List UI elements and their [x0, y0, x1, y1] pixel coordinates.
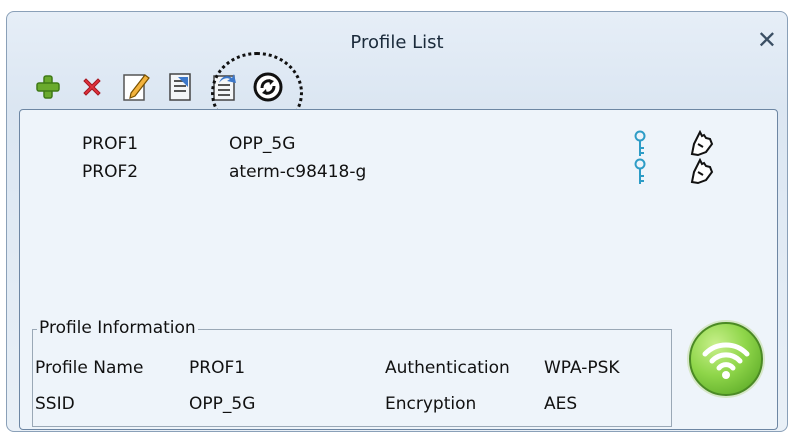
- encryption-label: Encryption: [385, 394, 477, 414]
- authentication-value: WPA-PSK: [544, 358, 620, 378]
- document-import-icon: [169, 73, 191, 101]
- key-icon: [632, 158, 648, 191]
- import-profile-button[interactable]: [163, 70, 197, 104]
- profile-name-label: Profile Name: [35, 358, 144, 378]
- plus-icon: [36, 75, 60, 99]
- profile-name-value: PROF1: [189, 358, 246, 378]
- authentication-label: Authentication: [385, 358, 510, 378]
- delete-profile-button[interactable]: [75, 70, 109, 104]
- ssid-value: OPP_5G: [189, 394, 256, 414]
- profile-ssid: OPP_5G: [229, 134, 296, 154]
- x-delete-icon: [83, 78, 101, 96]
- encryption-value: AES: [544, 394, 578, 414]
- document-export-icon: [213, 74, 236, 101]
- edit-profile-button[interactable]: [119, 70, 153, 104]
- profile-row[interactable]: PROF1 OPP_5G: [20, 129, 777, 157]
- profile-row[interactable]: PROF2 aterm-c98418-g: [20, 157, 777, 185]
- ssid-label: SSID: [35, 394, 75, 414]
- window-title: Profile List: [350, 32, 444, 53]
- profile-information-group: Profile Information Profile Name PROF1 A…: [32, 318, 672, 427]
- add-profile-button[interactable]: [31, 70, 65, 104]
- profile-name: PROF1: [82, 134, 139, 154]
- pencil-edit-icon: [123, 74, 150, 101]
- pointer-hand-icon: [688, 157, 716, 191]
- close-button[interactable]: ✕: [757, 28, 777, 52]
- profile-ssid: aterm-c98418-g: [229, 162, 367, 182]
- export-profile-button[interactable]: [207, 70, 241, 104]
- wifi-icon: [702, 342, 750, 379]
- profile-list-panel: PROF1 OPP_5G PROF2 aterm-c98418-g Profil…: [19, 109, 778, 430]
- profile-information-legend: Profile Information: [37, 318, 198, 338]
- connect-profile-button[interactable]: [251, 70, 285, 104]
- wifi-connect-button[interactable]: [689, 322, 763, 396]
- profile-name: PROF2: [82, 162, 139, 182]
- refresh-connect-icon: [253, 72, 283, 102]
